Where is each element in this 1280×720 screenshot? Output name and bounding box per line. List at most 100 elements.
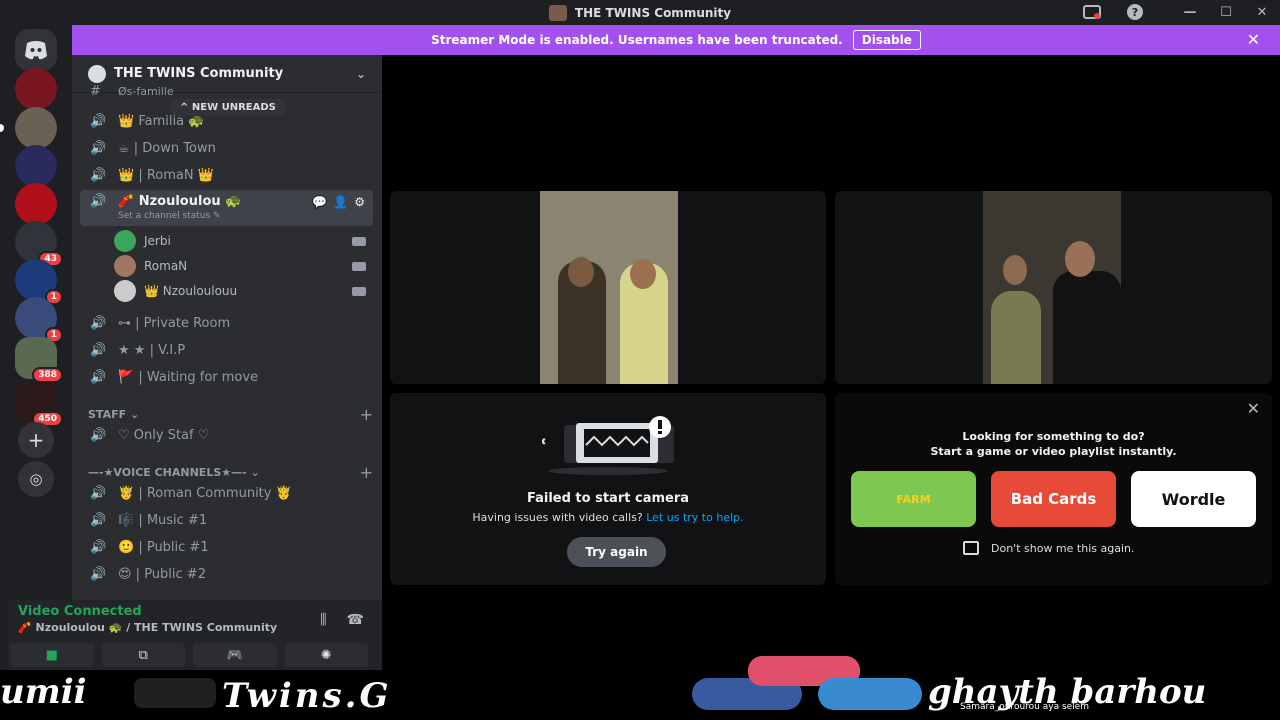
speaker-icon: 🔊 <box>90 194 107 209</box>
add-server-icon[interactable]: + <box>18 422 54 458</box>
speaker-icon: 🔊 <box>90 369 107 385</box>
maximize-button[interactable]: ☐ <box>1208 5 1244 20</box>
server-icon <box>548 4 567 21</box>
video-tile-1[interactable] <box>390 191 826 384</box>
game-farm-card[interactable]: FARM <box>851 471 976 527</box>
invite-icon[interactable]: 👤 <box>333 195 348 209</box>
camera-failed-tile: ✖ Failed to start camera Having issues w… <box>390 393 826 585</box>
speaker-icon: 🔊 <box>90 113 107 129</box>
server-list: 43 1 1 388 450 + ◎ <box>0 25 72 670</box>
speaker-icon: 🔊 <box>90 140 107 156</box>
disable-streamer-mode-button[interactable]: Disable <box>852 30 921 50</box>
voice-channel-roman-community[interactable]: 🔊 🤴 | Roman Community 🤴 <box>80 480 373 506</box>
camera-toggle-button[interactable]: ■ <box>10 643 94 667</box>
overlay-left-text: umii <box>0 672 87 712</box>
video-tile-2[interactable] <box>835 191 1272 384</box>
help-link[interactable]: Let us try to help. <box>646 511 743 524</box>
chevron-down-icon: ⌄ <box>355 66 366 81</box>
voice-user[interactable]: 👑 Nzouloulouu <box>114 279 366 303</box>
video-feed <box>983 191 1121 384</box>
channel-label: ⊶ | Private Room <box>118 315 231 331</box>
voice-user[interactable]: Jerbi <box>114 229 366 253</box>
screen-share-button[interactable]: ⧉ <box>101 643 185 667</box>
speaker-icon: 🔊 <box>90 342 107 358</box>
svg-text:?: ? <box>1132 6 1138 19</box>
chat-icon[interactable]: 💬 <box>312 195 327 209</box>
game-wordle-card[interactable]: Wordle <box>1131 471 1256 527</box>
channel-label: 😍 | Public #2 <box>118 566 206 582</box>
overlay-middle-text: Twins.G <box>222 676 392 716</box>
checkbox[interactable] <box>963 541 979 555</box>
window-titlebar: THE TWINS Community ? — ☐ ✕ <box>0 0 1280 25</box>
server-icon-1[interactable] <box>15 68 57 110</box>
close-icon[interactable]: ✕ <box>1247 399 1260 418</box>
channel-label: 👑 Familia 🐢 <box>118 113 205 129</box>
minimize-button[interactable]: — <box>1172 5 1208 20</box>
voice-channel-only-staf[interactable]: 🔊 ♡ Only Staf ♡ <box>80 422 373 448</box>
gear-icon[interactable]: ⚙ <box>354 195 365 209</box>
speaker-icon: 🔊 <box>90 427 107 443</box>
channel-sidebar: THE TWINS Community ⌄ # Øs-famille ^ NEW… <box>72 55 382 600</box>
voice-channel-public-2[interactable]: 🔊 😍 | Public #2 <box>80 561 373 587</box>
discord-home-icon[interactable] <box>15 29 57 71</box>
voice-location[interactable]: 🧨 Nzouloulou 🐢 / THE TWINS Community <box>18 621 277 634</box>
camera-fail-title: Failed to start camera <box>526 491 690 506</box>
voice-channel-public-1[interactable]: 🔊 🙂 | Public #1 <box>80 534 373 560</box>
server-icon-6[interactable]: 1 <box>15 259 63 305</box>
explore-icon[interactable]: ◎ <box>18 461 54 497</box>
channel-label: ☕ | Down Town <box>118 140 216 156</box>
activity-suggestion-tile: ✕ Looking for something to do? Start a g… <box>835 393 1272 585</box>
channel-label: ♡ Only Staf ♡ <box>118 427 210 443</box>
channel-status[interactable]: Set a channel status ✎ <box>118 211 221 221</box>
server-icon-7[interactable]: 1 <box>15 297 63 343</box>
disconnect-icon[interactable]: ☎ <box>347 612 364 628</box>
channel-label: 🎼 | Music #1 <box>118 512 208 528</box>
banner-close-icon[interactable]: ✕ <box>1247 30 1260 49</box>
server-name: THE TWINS Community <box>114 66 284 81</box>
server-icon-3[interactable] <box>15 145 57 187</box>
server-badge-icon <box>88 64 106 83</box>
channel-hidden[interactable]: # Øs-famille <box>80 83 373 99</box>
server-folder[interactable]: 388 <box>15 337 63 383</box>
try-again-button[interactable]: Try again <box>567 537 666 567</box>
stream-overlay: umii Twins.G ghayth barhou Samara_ourour… <box>0 656 1280 720</box>
help-icon[interactable]: ? <box>1125 3 1145 21</box>
server-icon-5[interactable]: 43 <box>15 221 63 267</box>
soundboard-button[interactable]: ✺ <box>284 643 368 667</box>
voice-channel-familia[interactable]: 🔊 👑 Familia 🐢 <box>80 108 373 134</box>
server-folder-2[interactable]: 450 <box>15 381 63 427</box>
voice-user[interactable]: RomaN <box>114 254 366 278</box>
video-feed <box>540 191 678 384</box>
voice-channel-private-room[interactable]: 🔊 ⊶ | Private Room <box>80 310 373 336</box>
camera-fail-subtitle: Having issues with video calls? Let us t… <box>472 511 744 524</box>
noise-suppression-icon[interactable]: ⫼ <box>320 612 326 628</box>
game-bad-cards-card[interactable]: Bad Cards <box>991 471 1116 527</box>
voice-channel-down-town[interactable]: 🔊 ☕ | Down Town <box>80 135 373 161</box>
user-name: Jerbi <box>144 234 171 248</box>
camera-icon <box>352 236 366 246</box>
channel-label: 🚩 | Waiting for move <box>118 369 259 385</box>
voice-status[interactable]: Video Connected <box>18 604 142 619</box>
activity-button[interactable]: 🎮 <box>193 643 277 667</box>
server-icon-2[interactable] <box>0 107 57 149</box>
avatar <box>114 255 136 277</box>
channel-label: 👑 | RomaN 👑 <box>118 167 214 183</box>
speaker-icon: 🔊 <box>90 539 107 555</box>
dont-show-checkbox[interactable]: Don't show me this again. <box>963 541 1134 555</box>
channel-label: ★ ★ | V.I.P <box>118 342 186 358</box>
voice-channel-active[interactable]: 🔊 🧨 Nzouloulou 🐢 Set a channel status ✎ … <box>80 190 373 226</box>
channel-label: 🧨 Nzouloulou 🐢 <box>118 194 242 209</box>
voice-channel-roman[interactable]: 🔊 👑 | RomaN 👑 <box>80 162 373 188</box>
close-window-button[interactable]: ✕ <box>1244 5 1280 20</box>
banner-text: Streamer Mode is enabled. Usernames have… <box>431 33 843 47</box>
voice-channel-vip[interactable]: 🔊 ★ ★ | V.I.P <box>80 337 373 363</box>
avatar <box>114 280 136 302</box>
channel-label: 🙂 | Public #1 <box>118 539 209 555</box>
inbox-icon[interactable] <box>1082 3 1102 21</box>
voice-channel-waiting[interactable]: 🔊 🚩 | Waiting for move <box>80 364 373 390</box>
server-icon-4[interactable] <box>15 183 57 225</box>
voice-stage: ✖ Failed to start camera Having issues w… <box>382 55 1280 670</box>
speaker-icon: 🔊 <box>90 512 107 528</box>
voice-connection-panel: Video Connected 🧨 Nzouloulou 🐢 / THE TWI… <box>8 600 382 670</box>
voice-channel-music-1[interactable]: 🔊 🎼 | Music #1 <box>80 507 373 533</box>
